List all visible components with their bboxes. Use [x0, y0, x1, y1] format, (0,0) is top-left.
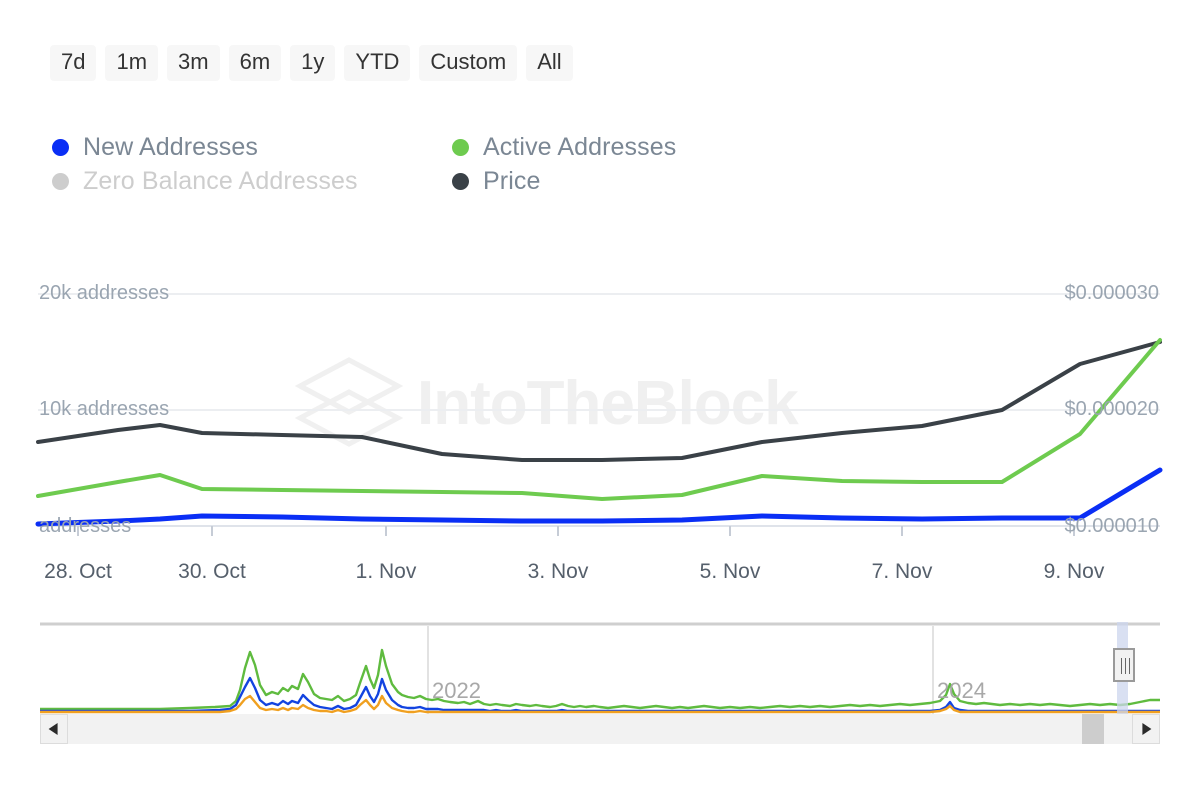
chart-navigator[interactable]: 2022 2024: [40, 622, 1160, 714]
range-button-6m[interactable]: 6m: [228, 45, 282, 81]
range-button-custom[interactable]: Custom: [419, 45, 518, 81]
series-line-price: [36, 340, 1162, 462]
range-button-1y[interactable]: 1y: [290, 45, 336, 81]
range-selector: 7d 1m 3m 6m 1y YTD Custom All: [50, 45, 573, 81]
y-right-tick-20: $0.000020: [1064, 398, 1159, 420]
x-tick-label: 1. Nov: [355, 560, 417, 583]
x-tick-label: 7. Nov: [871, 560, 933, 583]
y-left-tick-20k: 20k addresses: [39, 282, 170, 304]
scrollbar-left-button[interactable]: [40, 714, 68, 744]
chart-legend: New Addresses Active Addresses Zero Bala…: [52, 130, 812, 198]
navigator-line-active-addresses: [40, 648, 1160, 711]
x-tick-label: 28. Oct: [44, 560, 112, 583]
range-button-1m[interactable]: 1m: [105, 45, 159, 81]
legend-item-active-addresses[interactable]: Active Addresses: [452, 133, 676, 162]
legend-item-new-addresses[interactable]: New Addresses: [52, 133, 452, 162]
legend-label: Active Addresses: [483, 132, 677, 161]
chart-svg: [35, 293, 1163, 536]
range-button-7d[interactable]: 7d: [50, 45, 97, 81]
chart-page: 7d 1m 3m 6m 1y YTD Custom All New Addres…: [0, 0, 1200, 800]
navigator-handle-right[interactable]: [1113, 648, 1135, 682]
main-chart-plot: 20k addresses 10k addresses addresses $0…: [0, 270, 1200, 550]
legend-dot-icon: [52, 138, 69, 156]
x-tick-label: 9. Nov: [1043, 560, 1105, 583]
range-button-ytd[interactable]: YTD: [344, 45, 411, 81]
legend-item-zero-balance-addresses[interactable]: Zero Balance Addresses: [52, 167, 452, 196]
triangle-right-icon: [1142, 723, 1152, 735]
scrollbar-track[interactable]: [68, 714, 1132, 744]
x-axis: 28. Oct 30. Oct 1. Nov 3. Nov 5. Nov 7. …: [0, 550, 1200, 596]
scrollbar-right-button[interactable]: [1132, 714, 1160, 744]
legend-row-2: Zero Balance Addresses Price: [52, 164, 812, 198]
legend-row-1: New Addresses Active Addresses: [52, 130, 812, 164]
navigator-svg[interactable]: [40, 622, 1160, 714]
navigator-year-label: 2024: [937, 678, 986, 703]
y-right-tick-10: $0.000010: [1064, 515, 1159, 537]
y-left-tick-0: addresses: [39, 515, 132, 537]
legend-dot-icon: [52, 172, 69, 190]
legend-item-price[interactable]: Price: [452, 167, 540, 196]
navigator-year-label: 2022: [432, 678, 481, 703]
triangle-left-icon: [48, 723, 58, 735]
legend-dot-icon: [452, 138, 469, 156]
range-button-3m[interactable]: 3m: [167, 45, 220, 81]
x-tick-label: 5. Nov: [699, 560, 761, 583]
y-right-tick-30: $0.000030: [1064, 282, 1159, 304]
legend-label: New Addresses: [83, 132, 258, 161]
x-axis-ticks: [77, 526, 1075, 536]
y-left-tick-10k: 10k addresses: [39, 398, 170, 420]
legend-label: Zero Balance Addresses: [83, 166, 358, 195]
chart-scrollbar[interactable]: [40, 714, 1160, 744]
range-button-all[interactable]: All: [526, 45, 573, 81]
scrollbar-thumb[interactable]: [1082, 714, 1104, 744]
series-line-active-addresses: [36, 338, 1162, 501]
x-tick-label: 30. Oct: [178, 560, 246, 583]
x-tick-label: 3. Nov: [527, 560, 589, 583]
legend-dot-icon: [452, 172, 469, 190]
legend-label: Price: [483, 166, 541, 195]
navigator-handle-grip-icon: [1121, 658, 1122, 674]
